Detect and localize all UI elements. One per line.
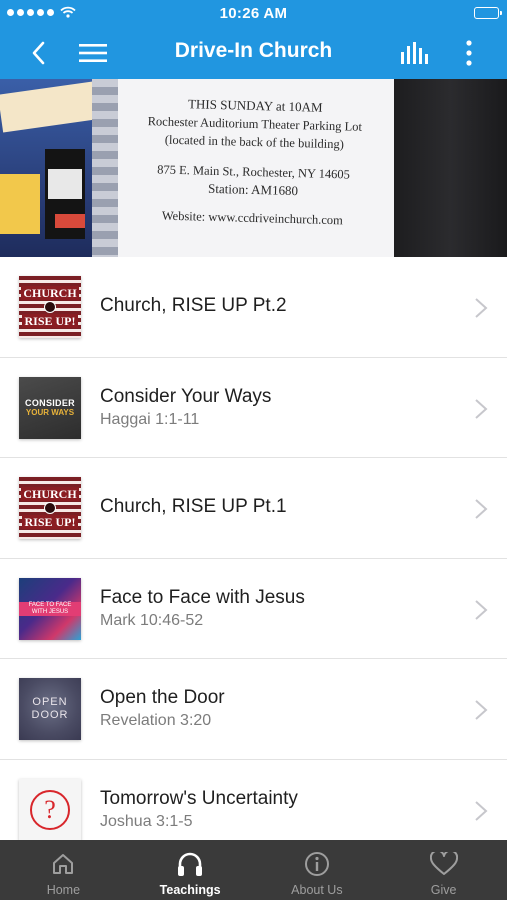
chevron-right-icon: [475, 599, 488, 620]
chevron-right-icon: [475, 499, 488, 519]
teaching-artwork: ?: [19, 778, 81, 840]
artwork-text: OPEN: [32, 696, 68, 708]
artwork-text: WITH JESUS: [31, 608, 69, 615]
status-time: 10:26 AM: [219, 5, 288, 22]
chevron-right-icon: [475, 700, 488, 720]
artwork-text: YOUR WAYS: [25, 408, 75, 417]
tab-about-us[interactable]: About Us: [254, 840, 381, 900]
teaching-artwork: CHURCH RISE UP!: [19, 477, 81, 539]
chevron-right-icon: [475, 398, 488, 419]
artwork-text: RISE UP!: [22, 314, 78, 328]
artwork-text: ?: [30, 789, 70, 830]
teaching-title: Consider Your Ways: [100, 385, 272, 407]
top-bar: 10:26 AM Drive-In Church: [0, 0, 507, 79]
artwork-text: CONSIDER: [25, 398, 75, 408]
chevron-right-icon: [475, 800, 488, 821]
more-options-button[interactable]: [457, 36, 481, 70]
battery-icon: [474, 7, 502, 19]
teaching-title: Tomorrow's Uncertainty: [100, 787, 298, 809]
home-icon: [48, 850, 78, 878]
tab-give[interactable]: Give: [380, 840, 507, 900]
tab-home[interactable]: Home: [0, 840, 127, 900]
menu-button[interactable]: [76, 36, 110, 70]
dark-background: [394, 79, 507, 257]
chevron-right-icon: [475, 298, 488, 318]
teaching-artwork: OPEN DOOR: [19, 678, 81, 740]
artwork-text: CHURCH: [21, 487, 79, 501]
tab-label: Give: [430, 883, 457, 897]
list-item[interactable]: CONSIDER YOUR WAYS Consider Your Ways Ha…: [0, 357, 507, 458]
teaching-title: Church, RISE UP Pt.2: [100, 295, 287, 316]
tab-teachings[interactable]: Teachings: [127, 840, 254, 900]
teaching-scripture: Revelation 3:20: [100, 712, 212, 729]
hero-banner: THIS SUNDAY at 10AM Rochester Auditorium…: [0, 79, 507, 257]
page-title: Drive-In Church: [174, 39, 333, 62]
list-item[interactable]: ? Tomorrow's Uncertainty Joshua 3:1-5: [0, 759, 507, 840]
tab-label: Teachings: [159, 883, 221, 897]
hamburger-icon: [79, 44, 107, 62]
teaching-title: Church, RISE UP Pt.1: [100, 496, 287, 517]
drive-in-sign-image: [0, 79, 120, 257]
list-item[interactable]: FACE TO FACE WITH JESUS Face to Face wit…: [0, 558, 507, 659]
info-icon: [302, 850, 332, 878]
tab-label: About Us: [291, 883, 343, 897]
status-bar: 10:26 AM: [0, 0, 507, 28]
nav-bar: Drive-In Church: [0, 28, 507, 79]
audio-player-button[interactable]: [397, 36, 433, 70]
teaching-scripture: Mark 10:46-52: [100, 611, 204, 629]
event-flyer: THIS SUNDAY at 10AM Rochester Auditorium…: [118, 79, 394, 257]
list-item[interactable]: CHURCH RISE UP! Church, RISE UP Pt.1: [0, 458, 507, 559]
teachings-list: CHURCH RISE UP! Church, RISE UP Pt.2 CON…: [0, 257, 507, 840]
artwork-text: RISE UP!: [22, 515, 78, 529]
teaching-artwork: CHURCH RISE UP!: [19, 276, 81, 338]
chevron-left-icon: [32, 41, 45, 65]
list-item[interactable]: OPEN DOOR Open the Door Revelation 3:20: [0, 659, 507, 760]
back-button[interactable]: [22, 36, 54, 70]
tab-label: Home: [46, 883, 81, 897]
teaching-artwork: FACE TO FACE WITH JESUS: [19, 577, 81, 640]
headphones-icon: [175, 850, 205, 878]
list-item[interactable]: CHURCH RISE UP! Church, RISE UP Pt.2: [0, 257, 507, 358]
teaching-title: Open the Door: [100, 687, 225, 708]
artwork-text: FACE TO FACE: [28, 601, 72, 608]
teaching-scripture: Joshua 3:1-5: [100, 812, 193, 830]
equalizer-icon: [401, 42, 428, 64]
artwork-text: DOOR: [31, 709, 69, 721]
more-vertical-icon: [466, 40, 472, 66]
artwork-text: CHURCH: [21, 286, 79, 300]
artwork-text-band: FACE TO FACE WITH JESUS: [19, 601, 81, 616]
heart-icon: [429, 850, 459, 878]
tab-bar: Home Teachings About Us Give: [0, 840, 507, 900]
teaching-artwork: CONSIDER YOUR WAYS: [19, 376, 81, 439]
teaching-title: Face to Face with Jesus: [100, 586, 305, 608]
teaching-scripture: Haggai 1:1-11: [100, 410, 200, 428]
